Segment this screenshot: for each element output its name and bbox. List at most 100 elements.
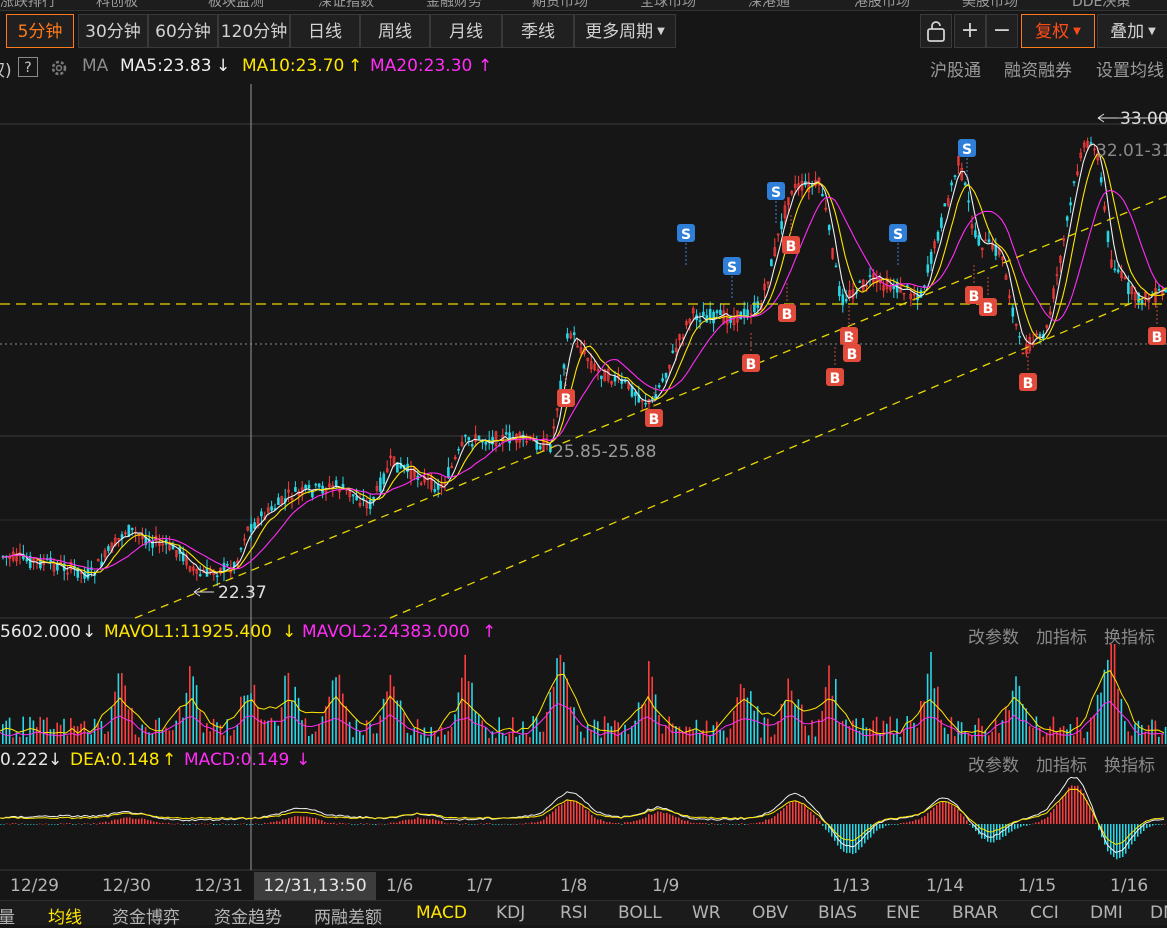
tab-macd[interactable]: MACD — [416, 903, 467, 923]
macd-bar — [1020, 824, 1022, 827]
candle — [1116, 269, 1120, 273]
kline-chart[interactable]: BBBBBBBBBBBBSSSSS 33.00 32.01-31 25.85-2… — [0, 0, 1167, 872]
switch-indicator-link[interactable]: 换指标 — [1104, 751, 1155, 776]
volume-bar — [267, 720, 269, 744]
macd-bar — [192, 823, 194, 825]
tab-margin-diff[interactable]: 两融差额 — [314, 903, 382, 928]
volume-bar — [831, 695, 834, 744]
tab-rsi[interactable]: RSI — [560, 903, 588, 923]
macd-bar — [996, 824, 998, 840]
volume-bar — [610, 726, 613, 744]
tab-fund-trend[interactable]: 资金趋势 — [214, 903, 282, 928]
tab-kdj[interactable]: KDJ — [496, 903, 525, 923]
macd-bar — [492, 824, 494, 825]
macd-bar — [102, 822, 104, 824]
macd-bar — [690, 822, 692, 824]
candle — [379, 477, 382, 492]
macd-bar — [6, 823, 8, 825]
switch-indicator-link[interactable]: 换指标 — [1104, 623, 1155, 648]
macd-bar — [618, 822, 620, 824]
volume-bar — [90, 734, 92, 744]
volume-bar — [471, 682, 473, 744]
macd-bar — [453, 823, 455, 824]
tab-ene[interactable]: ENE — [886, 903, 920, 923]
volume-arrow-icon: ↓ — [82, 622, 97, 642]
macd-bar — [573, 800, 575, 824]
tab-boll[interactable]: BOLL — [618, 903, 662, 923]
change-params-link[interactable]: 改参数 — [968, 751, 1019, 776]
volume-bar — [692, 730, 694, 744]
volume-bar — [794, 704, 796, 744]
macd-bar — [714, 823, 716, 825]
macd-bar — [408, 819, 410, 824]
macd-bar — [726, 823, 728, 825]
macd-bar — [402, 820, 404, 824]
macd-bar — [513, 823, 515, 825]
candle — [719, 309, 722, 316]
volume-bar — [182, 717, 184, 744]
volume-bar — [651, 676, 653, 744]
macd-bar — [810, 811, 812, 824]
volume-bar — [1015, 676, 1017, 744]
tab-brar[interactable]: BRAR — [952, 903, 998, 923]
macd-bar — [1107, 824, 1109, 852]
volume-bar — [46, 717, 48, 744]
volume-bar — [168, 730, 171, 744]
volume-bar — [756, 706, 759, 744]
candle — [950, 182, 953, 186]
macd-bar — [96, 823, 98, 825]
crosshair-date-label: 12/31,13:50 — [254, 872, 376, 900]
macd-bar — [1050, 812, 1052, 824]
volume-bar — [144, 727, 147, 744]
macd-bar — [585, 809, 587, 824]
macd-bar — [189, 824, 191, 825]
candle — [770, 259, 773, 267]
tab-volume[interactable]: 量 — [0, 903, 15, 928]
macd-bar — [123, 817, 125, 824]
tab-wr[interactable]: WR — [692, 903, 721, 923]
volume-bar — [294, 686, 296, 744]
add-indicator-link[interactable]: 加指标 — [1036, 623, 1087, 648]
tab-bias[interactable]: BIAS — [818, 903, 857, 923]
macd-bar — [777, 813, 779, 824]
volume-bar — [586, 724, 589, 744]
macd-bar — [1116, 824, 1118, 860]
macd-bar — [531, 822, 533, 824]
candle — [630, 386, 634, 397]
volume-bar — [631, 726, 633, 744]
volume-bar — [12, 737, 14, 744]
add-indicator-link[interactable]: 加指标 — [1036, 751, 1087, 776]
macd-bar — [1029, 824, 1031, 825]
tab-cci[interactable]: CCI — [1030, 903, 1059, 923]
volume-bar — [5, 720, 7, 744]
tab-fund-game[interactable]: 资金博弈 — [112, 903, 180, 928]
tab-ma[interactable]: 均线 — [48, 903, 82, 928]
volume-bar — [335, 677, 337, 744]
volume-bar — [600, 737, 602, 744]
macd-bar — [534, 822, 536, 824]
volume-bar — [784, 700, 786, 744]
volume-bar — [1035, 716, 1038, 744]
volume-bar — [862, 718, 864, 744]
volume-bar — [325, 706, 327, 744]
macd-bar — [591, 814, 593, 824]
macd-bar — [201, 823, 203, 824]
macd-bar — [417, 817, 419, 824]
change-params-link[interactable]: 改参数 — [968, 623, 1019, 648]
candle — [702, 311, 705, 317]
buy-signal-label: B — [649, 412, 660, 428]
volume-bar — [450, 727, 453, 744]
candle — [270, 506, 273, 511]
macd-bar — [963, 816, 965, 824]
macd-bar — [528, 823, 530, 825]
macd-bar — [237, 824, 239, 825]
macd-bar — [1044, 818, 1046, 824]
macd-bar — [414, 819, 416, 824]
candle — [827, 225, 831, 231]
tab-obv[interactable]: OBV — [752, 903, 788, 923]
volume-bar — [566, 678, 568, 744]
volume-bar — [314, 731, 317, 744]
tab-dma[interactable]: DMA — [1150, 903, 1167, 923]
macd-bar — [588, 811, 590, 824]
tab-dmi[interactable]: DMI — [1090, 903, 1123, 923]
